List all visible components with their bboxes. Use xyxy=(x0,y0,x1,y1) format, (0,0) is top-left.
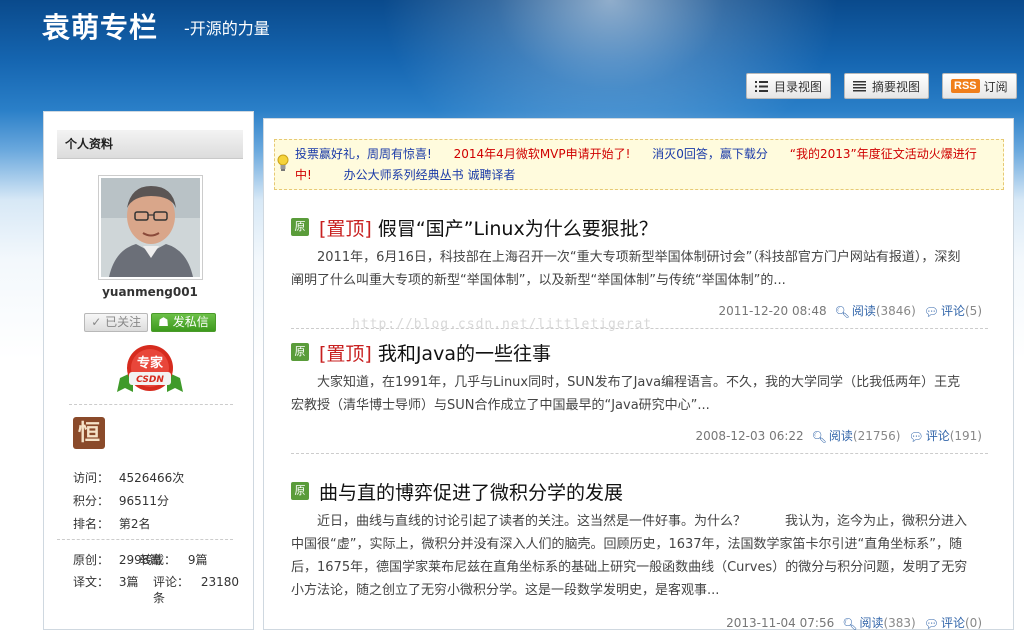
article-summary: 2011年，6月16日，科技部在上海召开一次“重大专项新型举国体制研讨会”（科技… xyxy=(291,250,961,288)
rss-subscribe-button[interactable]: RSS 订阅 xyxy=(942,73,1017,99)
article-item: 原 [置顶] 我和Java的一些往事 大家知道，在1991年，几乎与Linux同时… xyxy=(291,339,988,454)
send-message-label: 发私信 xyxy=(172,315,209,329)
comments-unit: 条 xyxy=(153,591,166,605)
article-title-link[interactable]: 曲与直的博弈促进了微积分学的发展 xyxy=(319,478,623,505)
article-meta: 2011-12-20 08:48 🔍︎ 阅读(3846) 💬︎ 评论(5) xyxy=(718,302,982,320)
lightbulb-icon xyxy=(277,154,289,171)
translation-label: 译文： xyxy=(73,575,110,589)
original-icon: 原 xyxy=(291,218,309,236)
magnifier-icon: 🔍︎ xyxy=(811,430,827,444)
original-icon: 原 xyxy=(291,482,309,500)
article-meta: 2008-12-03 06:22 🔍︎ 阅读(21756) 💬︎ 评论(191) xyxy=(695,427,982,445)
article-title: 我和Java的一些往事 xyxy=(377,342,551,365)
pinned-tag: [置顶] xyxy=(319,342,372,365)
article-date: 2013-11-04 07:56 xyxy=(726,615,835,630)
original-icon: 原 xyxy=(291,343,309,361)
article-date: 2008-12-03 06:22 xyxy=(695,428,804,443)
divider xyxy=(57,539,233,540)
article-date: 2011-12-20 08:48 xyxy=(718,303,827,318)
followed-label: 已关注 xyxy=(105,315,142,329)
comment-icon: 💬︎ xyxy=(923,305,939,319)
pinned-tag: [置顶] xyxy=(319,217,372,240)
repost-value: 9篇 xyxy=(187,553,208,567)
notice-link-zero-answers[interactable]: 消灭0回答，赢下载分 xyxy=(652,147,768,161)
points-value: 96511分 xyxy=(118,494,170,508)
comment-count-link[interactable]: 💬︎ 评论(0) xyxy=(924,614,982,630)
catalog-view-label: 目录视图 xyxy=(774,79,823,94)
original-label: 原创： xyxy=(73,553,110,567)
summary-list-icon xyxy=(853,80,866,91)
article-summary: 大家知道，在1991年，几乎与Linux同时，SUN发布了Java编程语言。不久… xyxy=(291,375,961,413)
translation-value: 3篇 xyxy=(118,575,139,589)
article-title-link[interactable]: [置顶] 我和Java的一些往事 xyxy=(319,339,551,366)
read-count-link[interactable]: 🔍︎ 阅读(21756) xyxy=(812,427,901,444)
article-title: 曲与直的博弈促进了微积分学的发展 xyxy=(319,481,624,504)
stat-points: 积分： 96511分 xyxy=(73,492,169,509)
magnifier-icon: 🔍︎ xyxy=(842,617,858,630)
rank-value: 第2名 xyxy=(118,517,151,531)
stat-translation: 译文： 3篇 xyxy=(73,573,138,590)
list-icon xyxy=(755,80,768,92)
notice-link-translators[interactable]: 办公大师系列经典丛书 诚聘译者 xyxy=(344,168,516,182)
rss-icon: RSS xyxy=(951,79,980,93)
comment-icon: 💬︎ xyxy=(908,430,924,444)
read-count-link[interactable]: 🔍︎ 阅读(383) xyxy=(842,614,916,630)
profile-sidebar: 个人资料 yuanmeng001 ✓ 已关注 ☗ 发私信 专家 CSDN 恒 访… xyxy=(43,111,254,630)
article-title: 假冒“国产”Linux为什么要狠批？ xyxy=(377,217,658,240)
profile-panel-title: 个人资料 xyxy=(57,130,243,159)
catalog-view-button[interactable]: 目录视图 xyxy=(746,73,832,99)
blog-subtitle: -开源的力量 xyxy=(184,19,270,38)
blog-title[interactable]: 袁萌专栏 xyxy=(42,6,158,46)
watermark: http://blog.csdn.net/littletigerat xyxy=(352,317,653,332)
read-count-link[interactable]: 🔍︎ 阅读(3846) xyxy=(835,302,916,319)
article-item: 原 [置顶] 假冒“国产”Linux为什么要狠批？ 2011年，6月16日，科技部… xyxy=(291,214,988,329)
avatar-photo xyxy=(100,178,200,277)
badge-csdn-text: CSDN xyxy=(136,375,164,385)
subscribe-label: 订阅 xyxy=(983,79,1008,94)
followed-button[interactable]: ✓ 已关注 xyxy=(84,313,149,332)
summary-view-label: 摘要视图 xyxy=(872,79,921,94)
avatar[interactable] xyxy=(97,175,203,280)
send-message-button[interactable]: ☗ 发私信 xyxy=(151,313,216,332)
divider xyxy=(69,404,233,405)
article-meta: 2013-11-04 07:56 🔍︎ 阅读(383) 💬︎ 评论(0) xyxy=(726,614,982,630)
points-label: 积分： xyxy=(73,494,110,508)
rank-label: 排名： xyxy=(73,517,110,531)
notice-bar: 投票赢好礼，周周有惊喜! 2014年4月微软MVP申请开始了! 消灭0回答，赢下… xyxy=(274,139,1004,190)
visits-value: 4526466次 xyxy=(118,471,185,485)
article-item: 原 曲与直的博弈促进了微积分学的发展 近日，曲线与直线的讨论引起了读者的关注。这… xyxy=(291,478,988,630)
summary-view-button[interactable]: 摘要视图 xyxy=(844,73,930,99)
stat-repost: 转载： 9篇 xyxy=(140,551,207,568)
stat-rank: 排名： 第2名 xyxy=(73,515,150,532)
article-list: 投票赢好礼，周周有惊喜! 2014年4月微软MVP申请开始了! 消灭0回答，赢下… xyxy=(263,118,1014,630)
notice-link-vote[interactable]: 投票赢好礼，周周有惊喜! xyxy=(295,147,432,161)
article-title-link[interactable]: [置顶] 假冒“国产”Linux为什么要狠批？ xyxy=(319,214,658,241)
magnifier-icon: 🔍︎ xyxy=(834,305,850,319)
stat-comments: 评论： 23180 xyxy=(153,573,239,590)
comment-count-link[interactable]: 💬︎ 评论(5) xyxy=(924,302,982,319)
comments-label: 评论： xyxy=(153,575,190,589)
notice-link-mvp[interactable]: 2014年4月微软MVP申请开始了! xyxy=(454,147,631,161)
badge-expert-text: 专家 xyxy=(137,355,164,371)
username[interactable]: yuanmeng001 xyxy=(57,285,243,299)
article-divider xyxy=(291,453,988,454)
comment-count-link[interactable]: 💬︎ 评论(191) xyxy=(908,427,982,444)
medal-icon[interactable]: 恒 xyxy=(73,417,105,449)
comment-icon: 💬︎ xyxy=(923,617,939,630)
csdn-expert-badge-icon: 专家 CSDN xyxy=(117,345,183,392)
visits-label: 访问： xyxy=(73,471,110,485)
article-summary: 近日，曲线与直线的讨论引起了读者的关注。这当然是一件好事。为什么？ 我认为，迄今… xyxy=(291,514,968,598)
repost-label: 转载： xyxy=(140,553,177,567)
stat-visits: 访问： 4526466次 xyxy=(73,469,184,486)
comments-value: 23180 xyxy=(200,575,240,589)
